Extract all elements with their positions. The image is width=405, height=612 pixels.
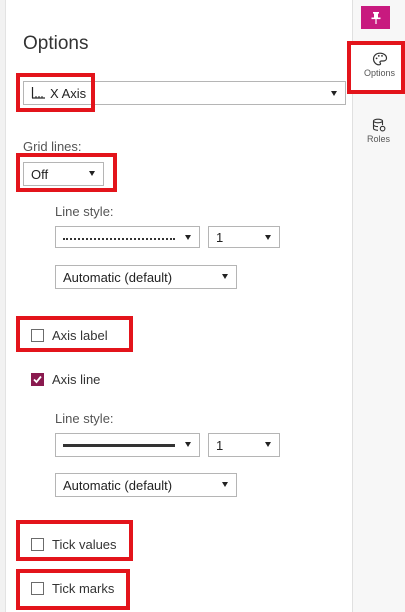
grid-color-value: Automatic (default) (63, 269, 173, 285)
axis-line-color-value: Automatic (default) (63, 477, 173, 493)
axis-line-text: Axis line (52, 372, 101, 387)
solid-line-swatch (63, 444, 175, 447)
axis-line-style-label: Line style: (55, 411, 114, 426)
tick-marks-text: Tick marks (52, 581, 115, 596)
chevron-down-icon (89, 171, 95, 176)
tab-roles[interactable]: Roles (352, 118, 405, 156)
chevron-down-icon (185, 235, 191, 240)
chevron-down-icon (265, 442, 271, 447)
tick-marks-checkbox[interactable] (31, 582, 44, 595)
axis-select-value: X Axis (50, 85, 87, 101)
axis-line-width-value: 1 (216, 437, 224, 453)
grid-line-width-value: 1 (216, 229, 224, 245)
grid-lines-label: Grid lines: (23, 139, 82, 154)
page-title: Options (23, 33, 89, 54)
axis-line-checkbox[interactable] (31, 373, 44, 386)
chevron-down-icon (185, 442, 191, 447)
grid-line-style-select[interactable] (55, 226, 200, 248)
dotted-line-swatch (63, 238, 175, 240)
axis-label-text: Axis label (52, 328, 108, 343)
axis-line-style-select[interactable] (55, 433, 200, 457)
x-axis-icon (31, 87, 45, 99)
tick-values-text: Tick values (52, 537, 117, 552)
axis-select[interactable]: X Axis (23, 81, 346, 105)
tab-options[interactable]: Options (352, 45, 405, 91)
tab-options-label: Options (363, 68, 396, 78)
pin-icon (371, 12, 380, 24)
grid-line-width-select[interactable]: 1 (208, 226, 280, 248)
tab-roles-label: Roles (366, 134, 390, 144)
axis-line-color-select[interactable]: Automatic (default) (55, 473, 237, 497)
options-palette-icon (372, 52, 387, 66)
chevron-down-icon (222, 274, 228, 279)
checkmark-icon (33, 375, 42, 384)
pin-button[interactable] (361, 6, 390, 29)
grid-color-select[interactable]: Automatic (default) (55, 265, 237, 289)
grid-lines-value: Off (31, 166, 49, 182)
tick-values-checkbox[interactable] (31, 538, 44, 551)
chevron-down-icon (331, 91, 337, 96)
axis-label-checkbox[interactable] (31, 329, 44, 342)
chevron-down-icon (265, 235, 271, 240)
right-rail (352, 0, 405, 612)
axis-line-width-select[interactable]: 1 (208, 433, 280, 457)
chevron-down-icon (222, 482, 228, 487)
roles-database-icon (372, 118, 385, 132)
grid-lines-select[interactable]: Off (23, 162, 104, 186)
grid-line-style-label: Line style: (55, 204, 114, 219)
